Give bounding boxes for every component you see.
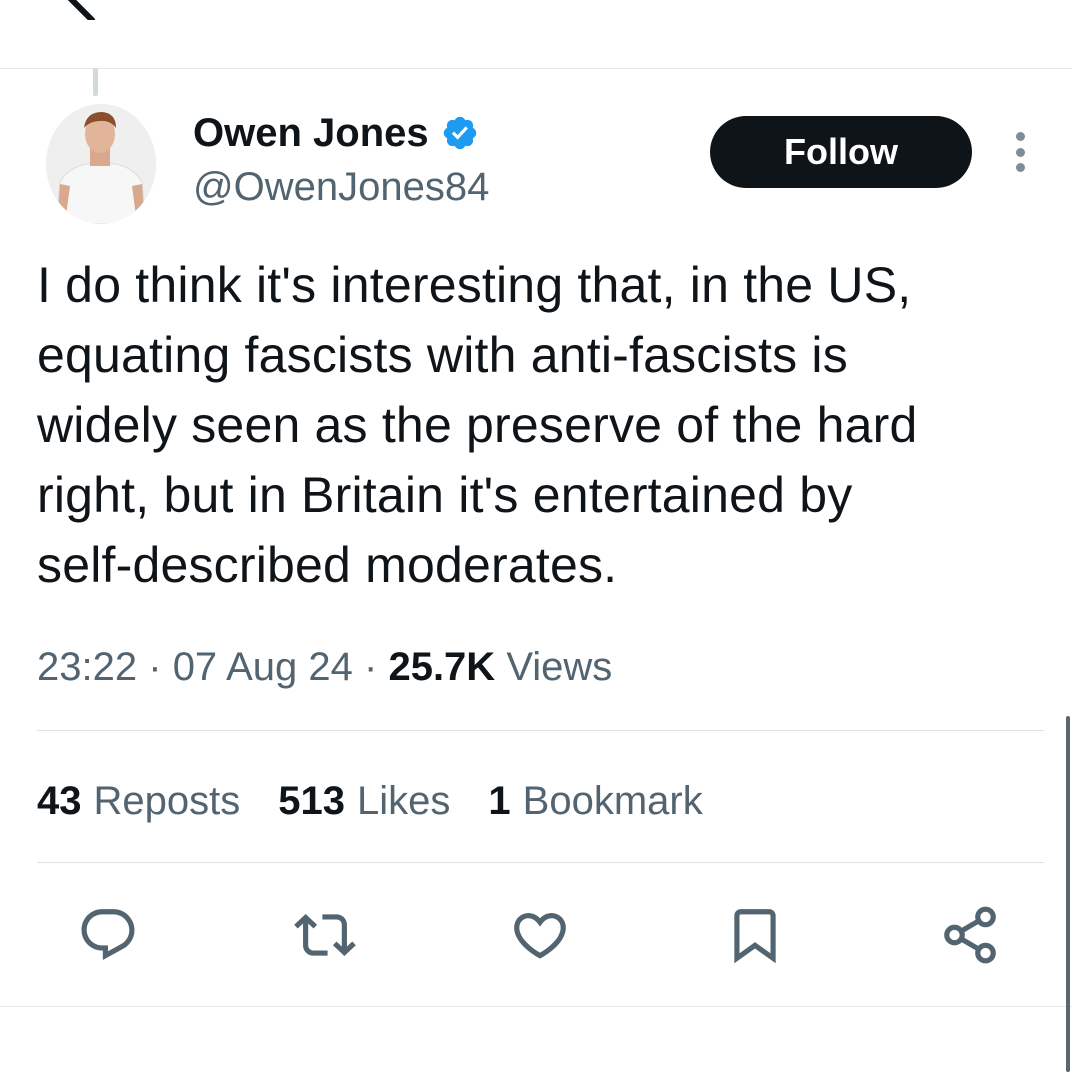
like-button[interactable] <box>505 900 575 970</box>
likes-stat[interactable]: 513 Likes <box>278 774 450 828</box>
share-icon <box>944 906 996 964</box>
likes-count: 513 <box>278 779 345 823</box>
repost-icon <box>294 914 356 956</box>
arrow-left-icon[interactable] <box>52 0 112 20</box>
like-icon <box>514 913 566 959</box>
more-dot <box>1015 147 1025 157</box>
reposts-stat[interactable]: 43 Reposts <box>37 774 240 828</box>
avatar[interactable] <box>46 104 156 224</box>
reposts-count: 43 <box>37 779 82 823</box>
divider <box>37 862 1044 863</box>
action-bar <box>0 900 1072 970</box>
reposts-label: Reposts <box>93 779 241 823</box>
engagement-stats: 43 Reposts 513 Likes 1 Bookmark <box>37 774 741 828</box>
views-label: Views <box>506 645 613 689</box>
reply-button[interactable] <box>73 900 143 970</box>
share-button[interactable] <box>935 900 1005 970</box>
tweet-meta: 23:22 · 07 Aug 24 · 25.7K Views <box>37 640 612 694</box>
bookmarks-count: 1 <box>488 779 511 823</box>
tweet-date[interactable]: 07 Aug 24 <box>173 645 353 689</box>
scrollbar[interactable] <box>1066 716 1070 1072</box>
tweet-text: I do think it's interesting that, in the… <box>37 257 918 593</box>
tweet-time[interactable]: 23:22 <box>37 645 137 689</box>
divider <box>0 1006 1072 1007</box>
meta-separator: · <box>364 645 378 689</box>
views-count: 25.7K <box>388 645 496 689</box>
likes-label: Likes <box>357 779 451 823</box>
bookmarks-label: Bookmark <box>522 779 703 823</box>
reply-icon <box>81 909 135 961</box>
author-display-name[interactable]: Owen Jones <box>193 109 429 157</box>
repost-button[interactable] <box>290 900 360 970</box>
author-handle[interactable]: @OwenJones84 <box>193 160 489 214</box>
bookmarks-stat[interactable]: 1 Bookmark <box>488 774 702 828</box>
avatar-photo <box>46 104 156 224</box>
bookmark-icon <box>734 909 776 964</box>
page-title: Post <box>214 0 344 10</box>
divider <box>37 730 1044 731</box>
meta-separator: · <box>148 645 162 689</box>
author-name-row[interactable]: Owen Jones <box>193 108 479 158</box>
more-options-icon[interactable] <box>1002 128 1038 176</box>
top-bar: Post <box>0 0 1072 69</box>
verified-badge-icon <box>443 116 476 150</box>
more-dot <box>1015 132 1025 141</box>
more-dot <box>1015 163 1025 172</box>
thread-connector-line <box>93 68 98 96</box>
follow-button[interactable]: Follow <box>710 116 972 188</box>
bookmark-button[interactable] <box>720 900 790 970</box>
